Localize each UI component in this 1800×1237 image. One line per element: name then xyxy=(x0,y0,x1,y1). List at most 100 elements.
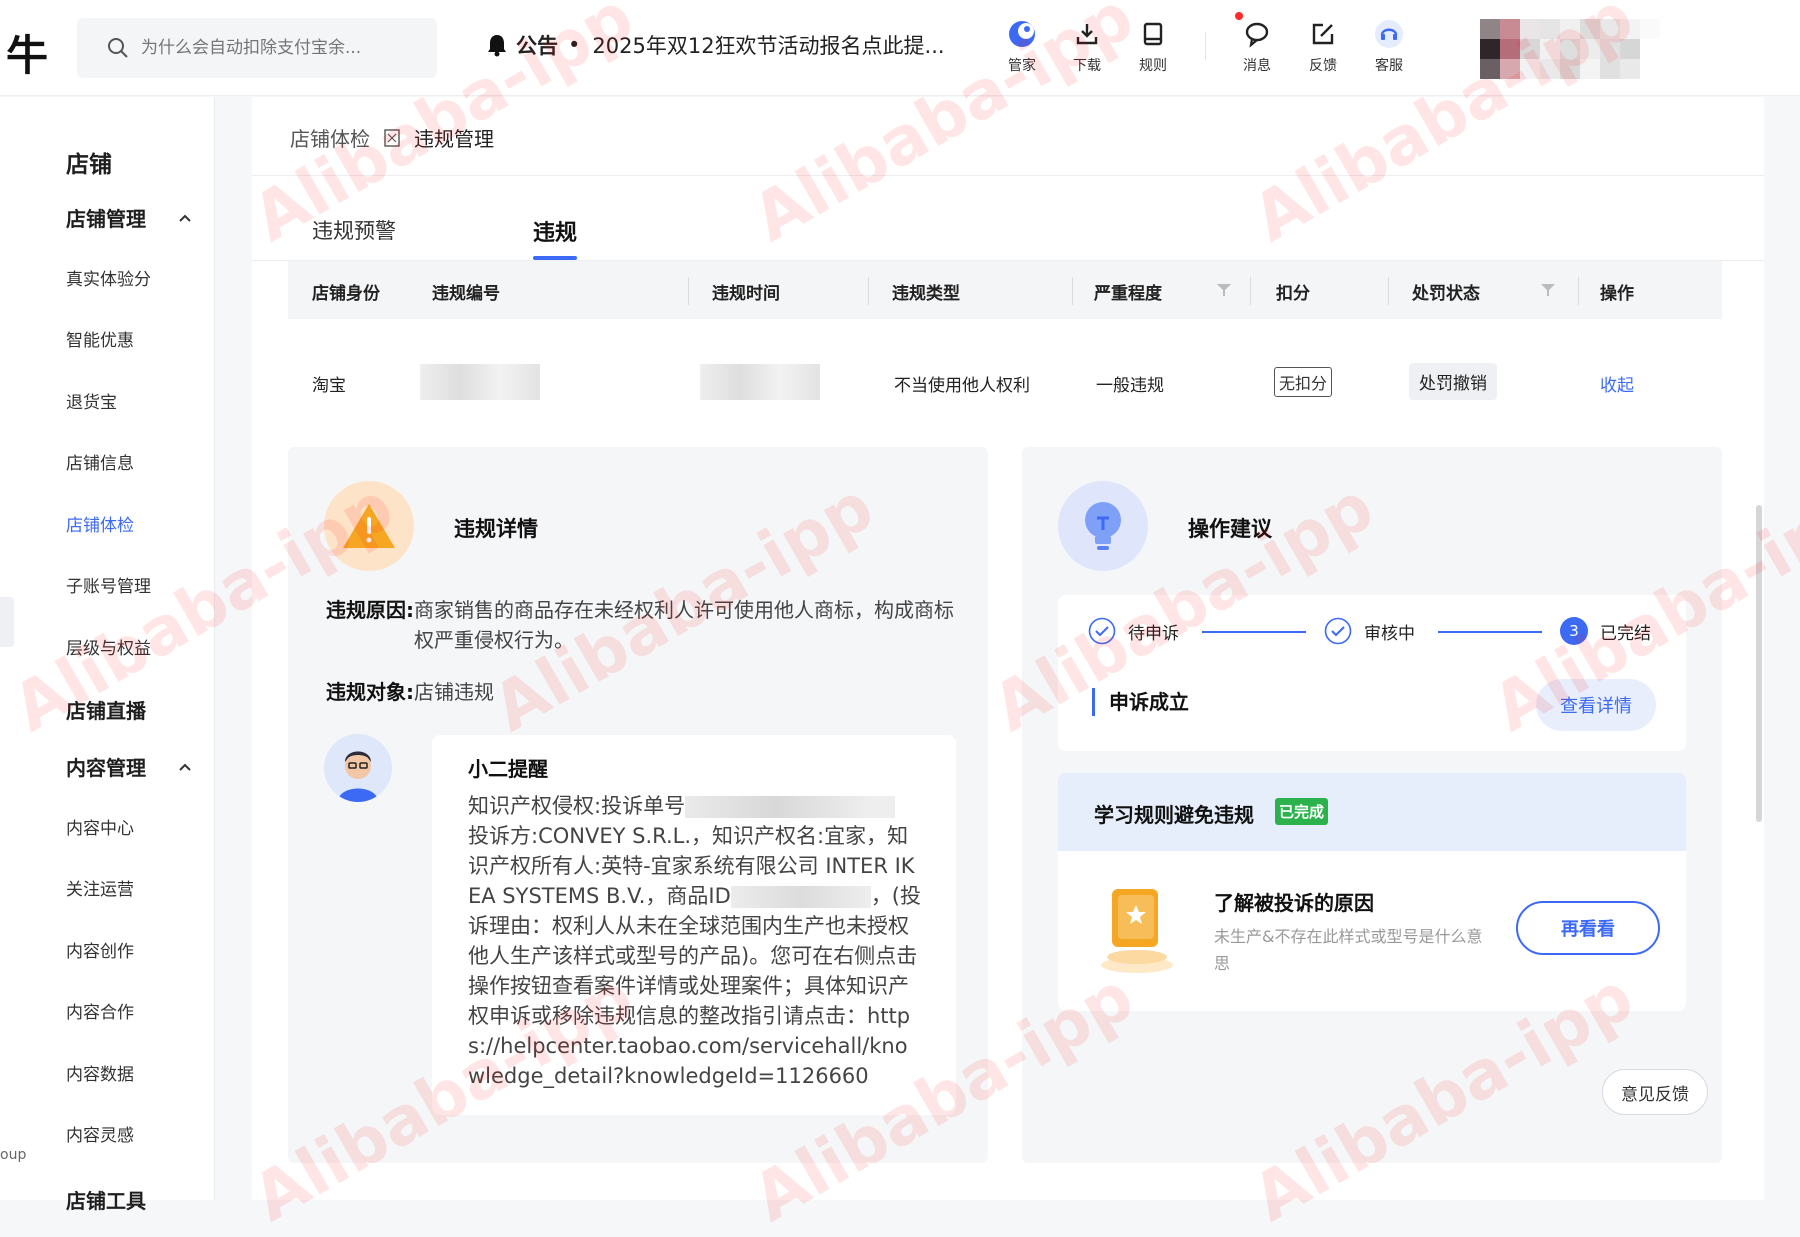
redacted-violation-id xyxy=(420,364,540,400)
customer-service-icon xyxy=(1374,18,1404,50)
step-label: 待申诉 xyxy=(1128,623,1179,644)
sidebar-item[interactable]: 内容数据 xyxy=(66,1060,134,1085)
filter-icon[interactable] xyxy=(1216,283,1232,297)
sidebar-collapse-handle[interactable] xyxy=(0,597,14,647)
tool-messages[interactable]: 消息 xyxy=(1224,12,1290,75)
breadcrumb: 店铺体检 违规管理 xyxy=(290,123,494,152)
sidebar-group-shop-management[interactable]: 店铺管理 xyxy=(66,203,192,232)
cell-violation-type: 不当使用他人权利 xyxy=(894,376,1030,396)
sidebar-group-label: 店铺管理 xyxy=(66,207,146,231)
sidebar-item[interactable]: 退货宝 xyxy=(66,388,117,413)
sidebar-section-shop: 店铺 xyxy=(66,152,112,178)
scrollbar[interactable] xyxy=(1756,505,1762,822)
reminder-text: 知识产权侵权:投诉单号 xyxy=(468,794,686,818)
search-icon xyxy=(108,38,128,58)
review-again-button[interactable]: 再看看 xyxy=(1516,901,1660,955)
violation-details-panel: 违规详情 违规原因: 商家销售的商品存在未经权利人许可使用他人商标，构成商标权严… xyxy=(288,447,988,1163)
sidebar-item[interactable]: 内容灵感 xyxy=(66,1121,134,1146)
breadcrumb-parent[interactable]: 店铺体检 xyxy=(290,123,370,152)
sidebar-group-content-management[interactable]: 内容管理 xyxy=(66,752,192,781)
collapse-link[interactable]: 收起 xyxy=(1600,371,1634,396)
column-separator xyxy=(1250,277,1251,305)
sidebar-item[interactable]: 内容创作 xyxy=(66,937,134,962)
step-pending-appeal: 待申诉 xyxy=(1088,617,1179,645)
column-header: 处罚状态 xyxy=(1412,284,1480,304)
check-circle-icon xyxy=(1324,617,1352,645)
feedback-button[interactable]: 意见反馈 xyxy=(1602,1069,1708,1115)
sidebar-item[interactable]: 真实体验分 xyxy=(66,265,151,290)
column-separator xyxy=(1388,277,1389,305)
tool-customer-service[interactable]: 客服 xyxy=(1356,18,1422,75)
sidebar-item[interactable]: 内容合作 xyxy=(66,998,134,1023)
cell-severity: 一般违规 xyxy=(1096,376,1164,396)
object-text: 店铺违规 xyxy=(414,680,494,704)
column-separator xyxy=(1072,277,1073,305)
divider xyxy=(252,175,1764,176)
column-header: 违规时间 xyxy=(712,284,780,304)
sidebar-group-live[interactable]: 店铺直播 xyxy=(66,695,192,724)
violation-object: 违规对象: 店铺违规 xyxy=(326,677,966,707)
warning-icon xyxy=(324,481,414,571)
reason-label: 违规原因: xyxy=(326,598,414,622)
announcement-label: 公告 xyxy=(516,34,558,58)
breadcrumb-current: 违规管理 xyxy=(414,127,494,151)
object-label: 违规对象: xyxy=(326,680,414,704)
announcement[interactable]: 公告 • 2025年双12狂欢节活动报名点此提... xyxy=(486,30,945,60)
column-separator xyxy=(688,277,689,305)
tool-label: 反馈 xyxy=(1309,58,1337,74)
sidebar-item[interactable]: 智能优惠 xyxy=(66,326,134,351)
tab-violations[interactable]: 违规 xyxy=(533,215,577,247)
chevron-up-icon xyxy=(179,763,191,771)
tool-label: 消息 xyxy=(1243,58,1271,74)
user-avatar[interactable] xyxy=(1480,19,1660,79)
step-connector xyxy=(1438,631,1542,633)
redacted-item-id xyxy=(730,886,871,908)
announcement-text[interactable]: 2025年双12狂欢节活动报名点此提... xyxy=(592,30,944,60)
step-under-review: 审核中 xyxy=(1324,617,1415,645)
completed-badge: 已完成 xyxy=(1275,798,1329,825)
step-label: 已完结 xyxy=(1600,623,1651,644)
column-header: 操作 xyxy=(1600,284,1634,304)
filter-icon[interactable] xyxy=(1540,283,1556,297)
learn-item-title: 了解被投诉的原因 xyxy=(1214,891,1374,915)
view-details-button[interactable]: 查看详情 xyxy=(1536,679,1656,731)
sidebar-item[interactable]: 子账号管理 xyxy=(66,572,151,597)
deduction-tag: 无扣分 xyxy=(1274,367,1333,397)
tab-violation-warning[interactable]: 违规预警 xyxy=(312,215,396,245)
book-icon xyxy=(1101,889,1173,973)
reminder-text: ，(投诉理由：权利人从未在全球范围内生产也未授权他人生产该样式或型号的产品)。您… xyxy=(468,884,922,1088)
reminder-body: 知识产权侵权:投诉单号 投诉方:CONVEY S.R.L.，知识产权名:宜家，知… xyxy=(468,791,922,1091)
reason-text: 商家销售的商品存在未经权利人许可使用他人商标，构成商标权严重侵权行为。 xyxy=(414,598,954,652)
sidebar-item[interactable]: 内容中心 xyxy=(66,814,134,839)
column-separator xyxy=(1578,277,1579,305)
tool-label: 管家 xyxy=(1008,58,1036,74)
advice-title: 操作建议 xyxy=(1188,517,1272,541)
tool-feedback[interactable]: 反馈 xyxy=(1290,18,1356,75)
sidebar-item[interactable]: 关注运营 xyxy=(66,875,134,900)
sidebar-item[interactable]: 店铺信息 xyxy=(66,449,134,474)
search-box[interactable] xyxy=(77,18,437,78)
check-circle-icon xyxy=(1088,617,1116,645)
assistant-avatar xyxy=(324,734,392,802)
tool-label: 客服 xyxy=(1375,58,1403,74)
reminder-title: 小二提醒 xyxy=(468,757,548,781)
column-separator xyxy=(868,277,869,305)
sidebar-group-label: 店铺直播 xyxy=(66,699,146,723)
search-input[interactable] xyxy=(139,37,399,59)
rules-icon xyxy=(1140,18,1166,50)
app-logo[interactable]: 牛 xyxy=(6,22,48,83)
tool-rules[interactable]: 规则 xyxy=(1120,18,1186,75)
step-number: 3 xyxy=(1560,617,1588,645)
lightbulb-icon xyxy=(1058,481,1148,571)
column-header: 店铺身份 xyxy=(312,284,380,304)
learn-title: 学习规则避免违规 xyxy=(1094,803,1254,827)
column-header: 违规编号 xyxy=(432,284,500,304)
sidebar-item[interactable]: 层级与权益 xyxy=(66,634,151,659)
chevron-up-icon xyxy=(179,214,191,222)
learn-rules-header: 学习规则避免违规 已完成 xyxy=(1058,773,1686,851)
tool-download[interactable]: 下载 xyxy=(1054,18,1120,75)
sidebar-item-active[interactable]: 店铺体检 xyxy=(66,511,134,536)
tool-label: 下载 xyxy=(1073,58,1101,74)
redacted-complaint-id-2 xyxy=(865,796,896,818)
tool-butler[interactable]: 管家 xyxy=(989,18,1055,75)
